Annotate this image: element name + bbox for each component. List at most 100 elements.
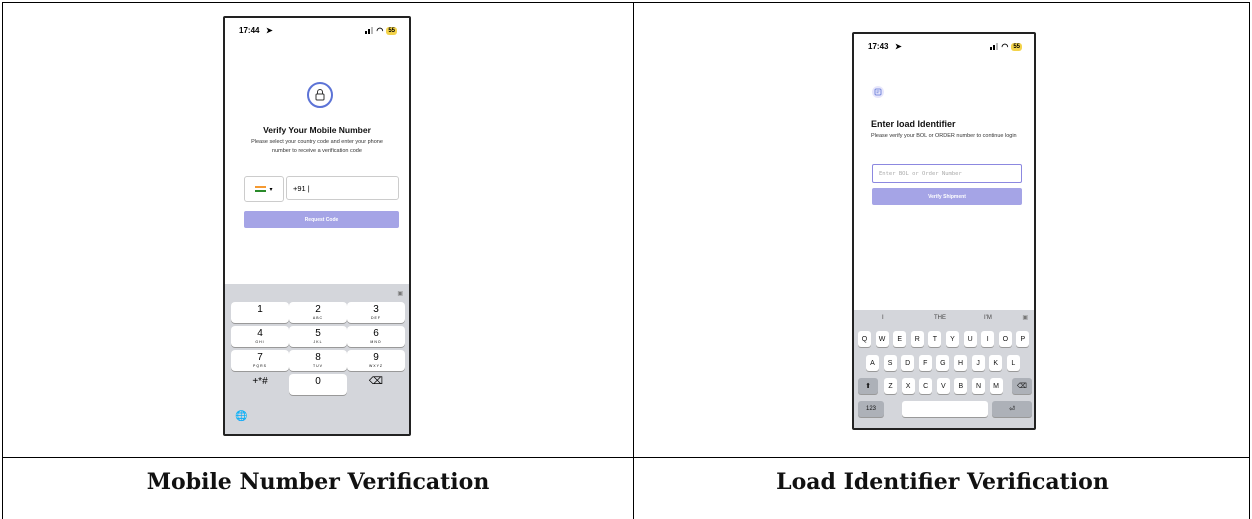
suggestion-2[interactable]: THE — [934, 315, 946, 321]
space-key[interactable] — [902, 401, 988, 417]
key-v[interactable]: V — [936, 378, 950, 394]
bol-order-input[interactable]: Enter BOL or Order Number — [872, 164, 1022, 183]
key-k[interactable]: K — [989, 355, 1003, 371]
key-digit: 5 — [315, 328, 321, 339]
page-title: Verify Your Mobile Number — [263, 125, 371, 135]
return-icon[interactable]: ⏎ — [992, 401, 1032, 417]
keypad-key-3[interactable]: 3 DEF — [347, 302, 405, 323]
battery-level: 55 — [386, 26, 397, 35]
india-flag-icon — [255, 185, 267, 193]
key-digit: 4 — [257, 328, 263, 339]
page-subtitle: Please verify your BOL or ORDER number t… — [871, 133, 1017, 139]
keyboard-close-icon[interactable]: ▣ — [397, 290, 403, 297]
right-caption: Load Identifier Verification — [776, 469, 1109, 495]
key-g[interactable]: G — [936, 355, 950, 371]
globe-icon[interactable]: 🌐 — [235, 411, 247, 422]
key-l[interactable]: L — [1006, 355, 1020, 371]
key-x[interactable]: X — [901, 378, 915, 394]
key-letters: MNO — [370, 340, 382, 344]
key-j[interactable]: J — [971, 355, 985, 371]
location-arrow-icon: ➤ — [266, 26, 273, 35]
key-letters: GHI — [255, 340, 265, 344]
lock-icon — [307, 82, 333, 108]
key-letters: WXYZ — [368, 364, 384, 368]
phone-number-input[interactable]: +91 | — [286, 176, 399, 200]
keypad-key-4[interactable]: 4 GHI — [231, 326, 289, 347]
country-code-selector[interactable]: ▾ — [244, 176, 284, 202]
key-digit: 8 — [315, 352, 321, 363]
key-w[interactable]: W — [875, 331, 889, 347]
backspace-icon[interactable]: ⌫ — [347, 374, 405, 395]
key-digit: 9 — [373, 352, 379, 363]
key-digit: 6 — [373, 328, 379, 339]
shift-icon[interactable]: ⬆ — [858, 378, 878, 394]
keypad-key-8[interactable]: 8 TUV — [289, 350, 347, 371]
column-divider — [633, 3, 634, 519]
request-code-button[interactable]: Request Code — [244, 211, 399, 228]
signal-icon — [365, 27, 374, 34]
keypad-key-0[interactable]: 0 — [289, 374, 347, 395]
keypad-key-+*#[interactable]: +*# — [231, 374, 289, 395]
keypad-key-1[interactable]: 1 — [231, 302, 289, 323]
key-r[interactable]: R — [910, 331, 924, 347]
keyboard-close-icon[interactable]: ▣ — [1022, 314, 1028, 321]
suggestion-3[interactable]: I'M — [984, 315, 992, 321]
page-subtitle: Please select your country code and ente… — [251, 139, 383, 154]
signal-icon — [990, 43, 999, 50]
key-m[interactable]: M — [989, 378, 1003, 394]
keypad-key-7[interactable]: 7 PQRS — [231, 350, 289, 371]
left-caption: Mobile Number Verification — [146, 469, 490, 495]
mobile-verification-screen: 17:44 ➤ ◠ 55 Verify Your Mobile Number P… — [223, 16, 411, 436]
key-digit: 2 — [315, 304, 321, 315]
key-t[interactable]: T — [928, 331, 942, 347]
status-bar: 17:43 ➤ ◠ 55 — [854, 42, 1034, 56]
wifi-icon: ◠ — [376, 26, 384, 35]
key-a[interactable]: A — [866, 355, 879, 371]
key-f[interactable]: F — [918, 355, 932, 371]
key-o[interactable]: O — [998, 331, 1012, 347]
key-i[interactable]: I — [981, 331, 995, 347]
numeric-keypad: ▣ 1 2 ABC 3 DEF 4 GHI 5 JKL 6 MNO 7 PQRS 8 TUV 9 WXYZ +*#… — [225, 284, 409, 434]
key-digit: ⌫ — [368, 376, 384, 387]
key-digit: 3 — [373, 304, 379, 315]
key-h[interactable]: H — [954, 355, 967, 371]
key-letters: JKL — [313, 340, 323, 344]
key-d[interactable]: D — [901, 355, 915, 371]
key-y[interactable]: Y — [946, 331, 959, 347]
comparison-table: 17:44 ➤ ◠ 55 Verify Your Mobile Number P… — [2, 2, 1250, 519]
verify-shipment-button[interactable]: Verify Shipment — [872, 188, 1022, 205]
keypad-key-9[interactable]: 9 WXYZ — [347, 350, 405, 371]
status-time: 17:44 — [239, 26, 260, 35]
suggestion-1[interactable]: I — [882, 315, 884, 321]
page-title: Enter load Identifier — [871, 119, 956, 129]
keypad-key-2[interactable]: 2 ABC — [289, 302, 347, 323]
key-u[interactable]: U — [963, 331, 977, 347]
backspace-icon[interactable]: ⌫ — [1012, 378, 1032, 394]
battery-level: 55 — [1011, 42, 1022, 51]
key-letters: TUV — [313, 364, 323, 368]
key-q[interactable]: Q — [858, 331, 871, 347]
key-letters: ABC — [312, 316, 324, 320]
keypad-key-5[interactable]: 5 JKL — [289, 326, 347, 347]
key-letters: DEF — [371, 316, 381, 320]
document-icon — [872, 86, 884, 98]
key-digit: 0 — [315, 376, 321, 387]
load-identifier-screen: 17:43 ➤ ◠ 55 Enter load Identifier Pleas… — [852, 32, 1036, 430]
key-letters: PQRS — [253, 364, 267, 368]
key-n[interactable]: N — [972, 378, 985, 394]
key-b[interactable]: B — [954, 378, 968, 394]
key-digit: +*# — [252, 376, 268, 387]
row-divider — [3, 457, 1249, 458]
keypad-key-6[interactable]: 6 MNO — [347, 326, 405, 347]
key-e[interactable]: E — [893, 331, 907, 347]
key-digit: 1 — [257, 304, 263, 315]
chevron-down-icon: ▾ — [269, 186, 273, 193]
status-bar: 17:44 ➤ ◠ 55 — [225, 26, 409, 40]
key-s[interactable]: S — [883, 355, 897, 371]
numbers-key[interactable]: 123 — [858, 401, 884, 417]
key-z[interactable]: Z — [884, 378, 897, 394]
key-c[interactable]: C — [919, 378, 933, 394]
key-digit: 7 — [257, 352, 263, 363]
key-p[interactable]: P — [1016, 331, 1030, 347]
qwerty-keyboard: I THE I'M ▣ Q W E R T Y U I O P A S D F G H J K L Z X C V B N M ⬆ ⌫… — [854, 310, 1034, 428]
